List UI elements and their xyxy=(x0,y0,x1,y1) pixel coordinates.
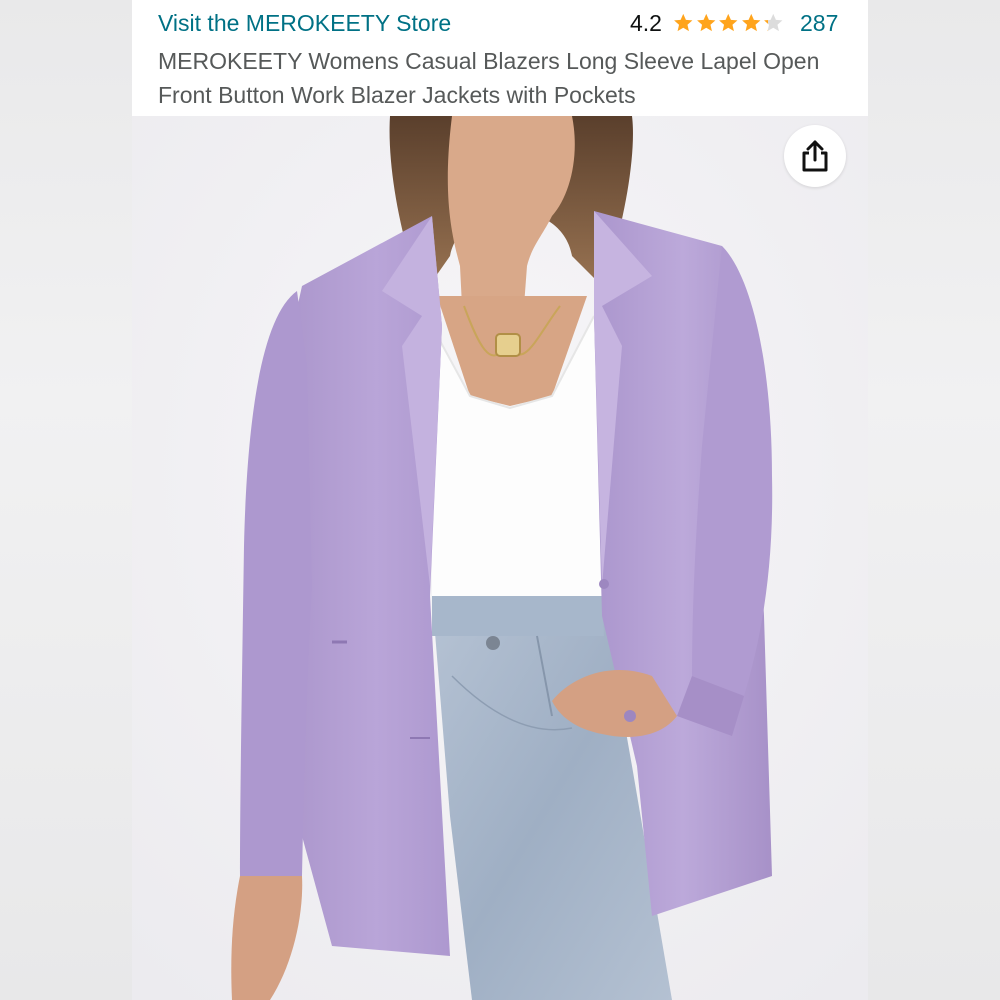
right-backdrop xyxy=(868,0,1000,1000)
product-header: Visit the MEROKEETY Store 4.2 287 MEROKE… xyxy=(132,0,868,116)
star-icon xyxy=(674,13,693,32)
star-icon xyxy=(741,13,760,32)
share-button[interactable] xyxy=(784,125,846,187)
product-photo xyxy=(132,116,868,1000)
product-image-area[interactable] xyxy=(132,116,868,1000)
star-rating[interactable] xyxy=(672,12,785,34)
left-backdrop xyxy=(0,0,132,1000)
star-empty-icon xyxy=(764,13,783,32)
review-count-link[interactable]: 287 xyxy=(800,10,838,37)
product-title: MEROKEETY Womens Casual Blazers Long Sle… xyxy=(158,48,820,108)
star-icon xyxy=(719,13,738,32)
store-link[interactable]: Visit the MEROKEETY Store xyxy=(158,10,451,37)
rating-value: 4.2 xyxy=(630,10,662,36)
product-panel: Visit the MEROKEETY Store 4.2 287 MEROKE… xyxy=(132,0,868,1000)
star-icon xyxy=(696,13,715,32)
share-icon xyxy=(802,140,828,172)
